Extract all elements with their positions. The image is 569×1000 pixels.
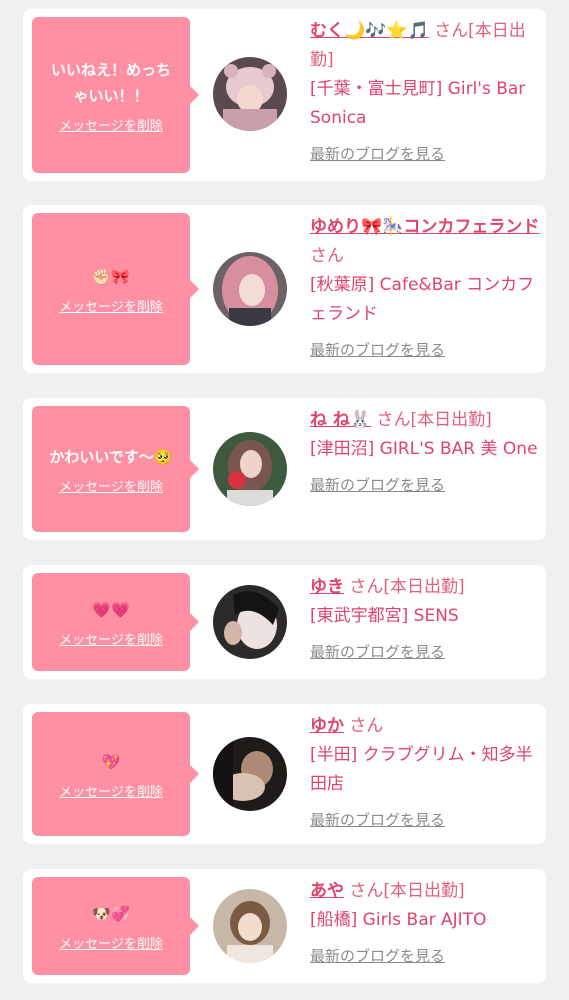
cast-name-link[interactable]: ゆき: [310, 577, 344, 597]
delete-message-link[interactable]: メッセージを削除: [59, 781, 163, 800]
blog-link[interactable]: 最新のブログを見る: [310, 143, 542, 164]
honorific: さん: [349, 577, 384, 597]
message-bubble: いいねえ！めっち ゃいい！！ メッセージを削除: [32, 17, 199, 173]
message-text: 💗💗: [92, 600, 130, 619]
cast-info: ゆき さん[本日出勤] [東武宇都宮] SENS 最新のブログを見る: [310, 573, 542, 662]
message-card: 💗💗 メッセージを削除 ゆき さん[本日出勤] [東武宇都宮] SENS 最新の…: [23, 565, 546, 679]
message-text: ✊🏻🎀: [92, 267, 130, 286]
cast-name-link[interactable]: ね ね🐰: [310, 410, 371, 430]
message-card: かわいいです〜🥺 メッセージを削除 ね ね🐰 さん[本日出勤] [津田沼] GI…: [23, 398, 546, 540]
cast-info: むく🌙🎶⭐🎵 さん[本日出勤] [千葉・富士見町] Girl's Bar Son…: [310, 17, 542, 164]
delete-message-link[interactable]: メッセージを削除: [59, 296, 163, 315]
cast-name-link[interactable]: むく🌙🎶⭐🎵: [310, 21, 429, 41]
message-text: 🐶💞: [92, 904, 130, 923]
honorific: さん: [310, 246, 344, 266]
blog-link[interactable]: 最新のブログを見る: [310, 809, 542, 830]
cast-name-link[interactable]: ゆめり🎀🎠コンカフェランド: [310, 217, 539, 237]
message-bubble: かわいいです〜🥺 メッセージを削除: [32, 406, 199, 532]
avatar[interactable]: [213, 889, 287, 963]
shop-info: [千葉・富士見町] Girl's Bar Sonica: [310, 79, 526, 128]
delete-message-link[interactable]: メッセージを削除: [59, 629, 163, 648]
message-bubble: 💗💗 メッセージを削除: [32, 573, 199, 671]
status-badge: [本日出勤]: [383, 577, 465, 597]
delete-message-link[interactable]: メッセージを削除: [59, 933, 163, 952]
cast-info: ゆめり🎀🎠コンカフェランド さん [秋葉原] Cafe&Bar コンカフェランド…: [310, 213, 542, 360]
shop-info: [半田] クラブグリム・知多半田店: [310, 745, 533, 794]
message-card: ✊🏻🎀 メッセージを削除 ゆめり🎀🎠コンカフェランド さん [秋葉原] Cafe…: [23, 205, 546, 373]
blog-link[interactable]: 最新のブログを見る: [310, 641, 542, 662]
status-badge: [本日出勤]: [383, 881, 465, 901]
blog-link[interactable]: 最新のブログを見る: [310, 474, 542, 495]
shop-info: [津田沼] GIRL'S BAR 美 One: [310, 439, 538, 459]
blog-link[interactable]: 最新のブログを見る: [310, 339, 542, 360]
avatar[interactable]: [213, 737, 287, 811]
message-text: かわいいです〜🥺: [49, 447, 173, 466]
message-bubble: 💖 メッセージを削除: [32, 712, 199, 836]
message-bubble: ✊🏻🎀 メッセージを削除: [32, 213, 199, 365]
avatar[interactable]: [213, 252, 287, 326]
honorific: さん: [349, 716, 384, 736]
honorific: さん: [376, 410, 411, 430]
shop-info: [船橋] Girls Bar AJITO: [310, 910, 487, 930]
shop-info: [秋葉原] Cafe&Bar コンカフェランド: [310, 275, 535, 324]
avatar[interactable]: [213, 585, 287, 659]
shop-info: [東武宇都宮] SENS: [310, 606, 459, 626]
cast-name-link[interactable]: あや: [310, 881, 344, 901]
message-text: 💖: [101, 752, 121, 771]
message-list: いいねえ！めっち ゃいい！！ メッセージを削除 むく🌙🎶⭐🎵 さん[本日出勤] …: [0, 0, 569, 1000]
cast-name-link[interactable]: ゆか: [310, 716, 344, 736]
avatar[interactable]: [213, 57, 287, 131]
honorific: さん: [349, 881, 384, 901]
message-card: 🐶💞 メッセージを削除 あや さん[本日出勤] [船橋] Girls Bar A…: [23, 869, 546, 983]
delete-message-link[interactable]: メッセージを削除: [59, 115, 163, 134]
delete-message-link[interactable]: メッセージを削除: [59, 476, 163, 495]
status-badge: [本日出勤]: [410, 410, 492, 430]
cast-info: ね ね🐰 さん[本日出勤] [津田沼] GIRL'S BAR 美 One 最新の…: [310, 406, 542, 495]
avatar[interactable]: [213, 432, 287, 506]
message-bubble: 🐶💞 メッセージを削除: [32, 877, 199, 975]
message-text: いいねえ！めっち ゃいい！！: [50, 60, 171, 105]
message-card: 💖 メッセージを削除 ゆか さん [半田] クラブグリム・知多半田店 最新のブロ…: [23, 704, 546, 844]
cast-info: ゆか さん [半田] クラブグリム・知多半田店 最新のブログを見る: [310, 712, 542, 830]
honorific: さん: [434, 21, 469, 41]
cast-info: あや さん[本日出勤] [船橋] Girls Bar AJITO 最新のブログを…: [310, 877, 542, 966]
blog-link[interactable]: 最新のブログを見る: [310, 945, 542, 966]
message-card: いいねえ！めっち ゃいい！！ メッセージを削除 むく🌙🎶⭐🎵 さん[本日出勤] …: [23, 9, 546, 181]
